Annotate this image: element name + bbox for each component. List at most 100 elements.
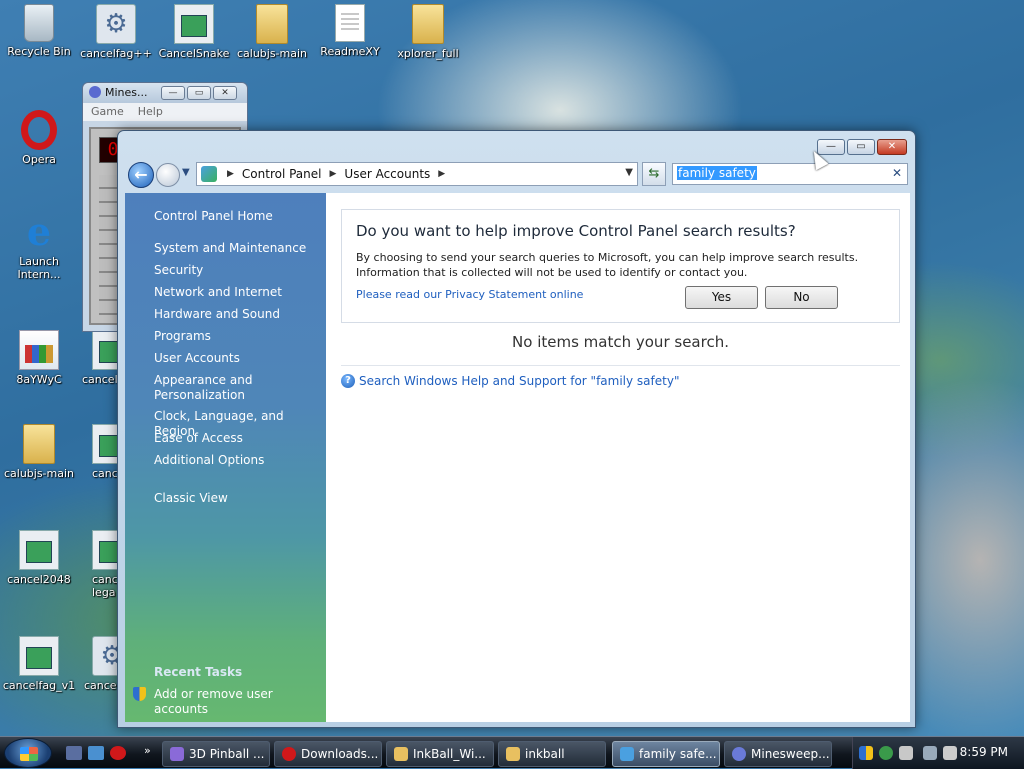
opera-quicklaunch-icon[interactable] [110, 746, 126, 760]
recent-tasks-heading: Recent Tasks [154, 665, 243, 679]
menu-game[interactable]: Game [91, 105, 124, 118]
search-input[interactable]: family safety ✕ [672, 163, 908, 185]
sidebar-item-appearance-and-personalization[interactable]: Appearance and Personalization [154, 373, 324, 403]
task-inkball[interactable]: inkball [498, 741, 606, 767]
desktop-icon-xplorer-full[interactable]: xplorer_full [390, 4, 466, 60]
task-label: Minesweep... [751, 747, 830, 761]
switch-windows-icon[interactable] [88, 746, 104, 760]
task-inkball-wi[interactable]: InkBall_Wi... [386, 741, 494, 767]
no-results-message: No items match your search. [512, 333, 729, 351]
desktop-icon-label: canc [92, 467, 118, 480]
sidebar-item-additional-options[interactable]: Additional Options [154, 453, 324, 468]
desktop-icon-label: ReadmeXY [320, 45, 380, 58]
display-icon[interactable] [923, 746, 937, 760]
minimize-button[interactable]: — [161, 86, 185, 100]
folder-icon [256, 4, 288, 44]
quicklaunch-more-icon[interactable]: » [144, 744, 151, 757]
app-window-icon [92, 424, 120, 464]
clear-search-icon[interactable]: ✕ [892, 166, 902, 180]
sidebar-item-ease-of-access[interactable]: Ease of Access [154, 431, 324, 446]
breadcrumb-separator-icon[interactable]: ▶ [438, 169, 445, 179]
desktop-icon-8aywyc[interactable]: 8aYWyC [1, 330, 77, 386]
sidebar: Control Panel Home System and Maintenanc… [125, 193, 326, 722]
breadcrumb-separator-icon[interactable]: ▶ [330, 169, 337, 179]
search-help-link[interactable]: ? Search Windows Help and Support for "f… [341, 374, 679, 388]
security-shield-icon[interactable] [859, 746, 873, 760]
folder-icon [412, 4, 444, 44]
desktop-icon-cance-partial[interactable]: cance [70, 636, 120, 692]
desktop-icon-calubjs-main[interactable]: calubjs-main [234, 4, 310, 60]
back-button[interactable]: ← [128, 162, 154, 188]
desktop-icon-cancel-partial[interactable]: cancel [70, 330, 120, 386]
sidebar-item-control-panel-home[interactable]: Control Panel Home [154, 209, 324, 224]
sidebar-item-system-and-maintenance[interactable]: System and Maintenance [154, 241, 324, 256]
privacy-statement-link[interactable]: Please read our Privacy Statement online [356, 288, 583, 301]
start-button[interactable] [4, 738, 52, 768]
sidebar-item-user-accounts[interactable]: User Accounts [154, 351, 324, 366]
desktop-icon-cancelsnake[interactable]: CancelSnake [156, 4, 232, 60]
minesweeper-icon [89, 86, 101, 98]
sidebar-item-programs[interactable]: Programs [154, 329, 324, 344]
address-dropdown-icon[interactable]: ▼ [625, 167, 633, 178]
desktop-icon-canc-partial[interactable]: canc [70, 424, 120, 480]
folder-icon [394, 747, 408, 761]
task-family-safety[interactable]: family safe... [612, 741, 720, 767]
desktop-icon-cancelfag-v1[interactable]: cancelfag_v1 [1, 636, 77, 692]
control-panel-icon [201, 166, 217, 182]
forward-button[interactable] [156, 163, 180, 187]
desktop-icon-readmexy[interactable]: ReadmeXY [312, 4, 388, 58]
desktop-icon-label: Recycle Bin [7, 45, 71, 58]
maximize-button[interactable]: ▭ [187, 86, 211, 100]
desktop-icon-launch-internet[interactable]: e Launch Intern... [1, 209, 77, 282]
network-icon[interactable] [899, 746, 913, 760]
task-downloads[interactable]: Downloads... [274, 741, 382, 767]
users-icon[interactable] [879, 746, 893, 760]
maximize-button[interactable]: ▭ [847, 139, 875, 155]
search-help-text[interactable]: Search Windows Help and Support for "fam… [359, 374, 679, 388]
task-3d-pinball[interactable]: 3D Pinball ... [162, 741, 270, 767]
opera-icon [21, 110, 57, 150]
search-results-pane: Do you want to help improve Control Pane… [326, 193, 910, 722]
sidebar-item-hardware-and-sound[interactable]: Hardware and Sound [154, 307, 324, 322]
divider [341, 365, 900, 366]
breadcrumb-user-accounts[interactable]: User Accounts [344, 167, 430, 181]
desktop-icon-canc-lega-partial[interactable]: canc lega [70, 530, 120, 599]
task-label: family safe... [639, 747, 717, 761]
app-window-icon [19, 530, 59, 570]
clock[interactable]: 8:59 PM [960, 745, 1008, 759]
desktop-icon-label: 8aYWyC [16, 373, 62, 386]
close-button[interactable]: ✕ [213, 86, 237, 100]
breadcrumb-control-panel[interactable]: Control Panel [242, 167, 322, 181]
desktop-icon-cancel2048[interactable]: cancel2048 [1, 530, 77, 586]
sidebar-item-network-and-internet[interactable]: Network and Internet [154, 285, 324, 300]
desktop-icon-label: cancel2048 [7, 573, 71, 586]
desktop-icon-recycle-bin[interactable]: Recycle Bin [1, 4, 77, 58]
opera-icon [282, 747, 296, 761]
close-button[interactable]: ✕ [877, 139, 907, 155]
task-minesweeper[interactable]: Minesweep... [724, 741, 832, 767]
desktop-icon-label: Opera [22, 153, 56, 166]
recent-task-add-remove-accounts[interactable]: Add or remove user accounts [154, 687, 324, 717]
volume-muted-icon[interactable] [943, 746, 957, 760]
history-dropdown-icon[interactable]: ▼ [182, 167, 190, 178]
desktop-icon-label: cancelfag++ [80, 47, 152, 60]
menu-help[interactable]: Help [138, 105, 163, 118]
yes-button[interactable]: Yes [685, 286, 758, 309]
sidebar-item-security[interactable]: Security [154, 263, 324, 278]
desktop-icon-label: canc lega [92, 573, 118, 599]
prompt-question: Do you want to help improve Control Pane… [356, 222, 796, 240]
no-button[interactable]: No [765, 286, 838, 309]
app-window-icon [92, 530, 120, 570]
desktop-icon-cancelfag-plus[interactable]: cancelfag++ [78, 4, 154, 60]
address-bar[interactable]: ▶ Control Panel ▶ User Accounts ▶ ▼ [196, 162, 638, 186]
control-panel-window[interactable]: — ▭ ✕ ← ▼ ▶ Control Panel ▶ User Account… [117, 130, 916, 728]
refresh-button[interactable]: ⇆ [642, 162, 666, 186]
internet-explorer-icon: e [26, 209, 52, 254]
desktop-icon-opera[interactable]: Opera [1, 110, 77, 166]
sidebar-item-classic-view[interactable]: Classic View [154, 491, 324, 506]
desktop-icon-label: calubjs-main [3, 467, 75, 480]
desktop-icon-calubjs-main-2[interactable]: calubjs-main [1, 424, 77, 480]
minesweeper-titlebar[interactable]: Mines... — ▭ ✕ [83, 83, 247, 103]
breadcrumb-separator-icon[interactable]: ▶ [227, 169, 234, 179]
show-desktop-icon[interactable] [66, 746, 82, 760]
